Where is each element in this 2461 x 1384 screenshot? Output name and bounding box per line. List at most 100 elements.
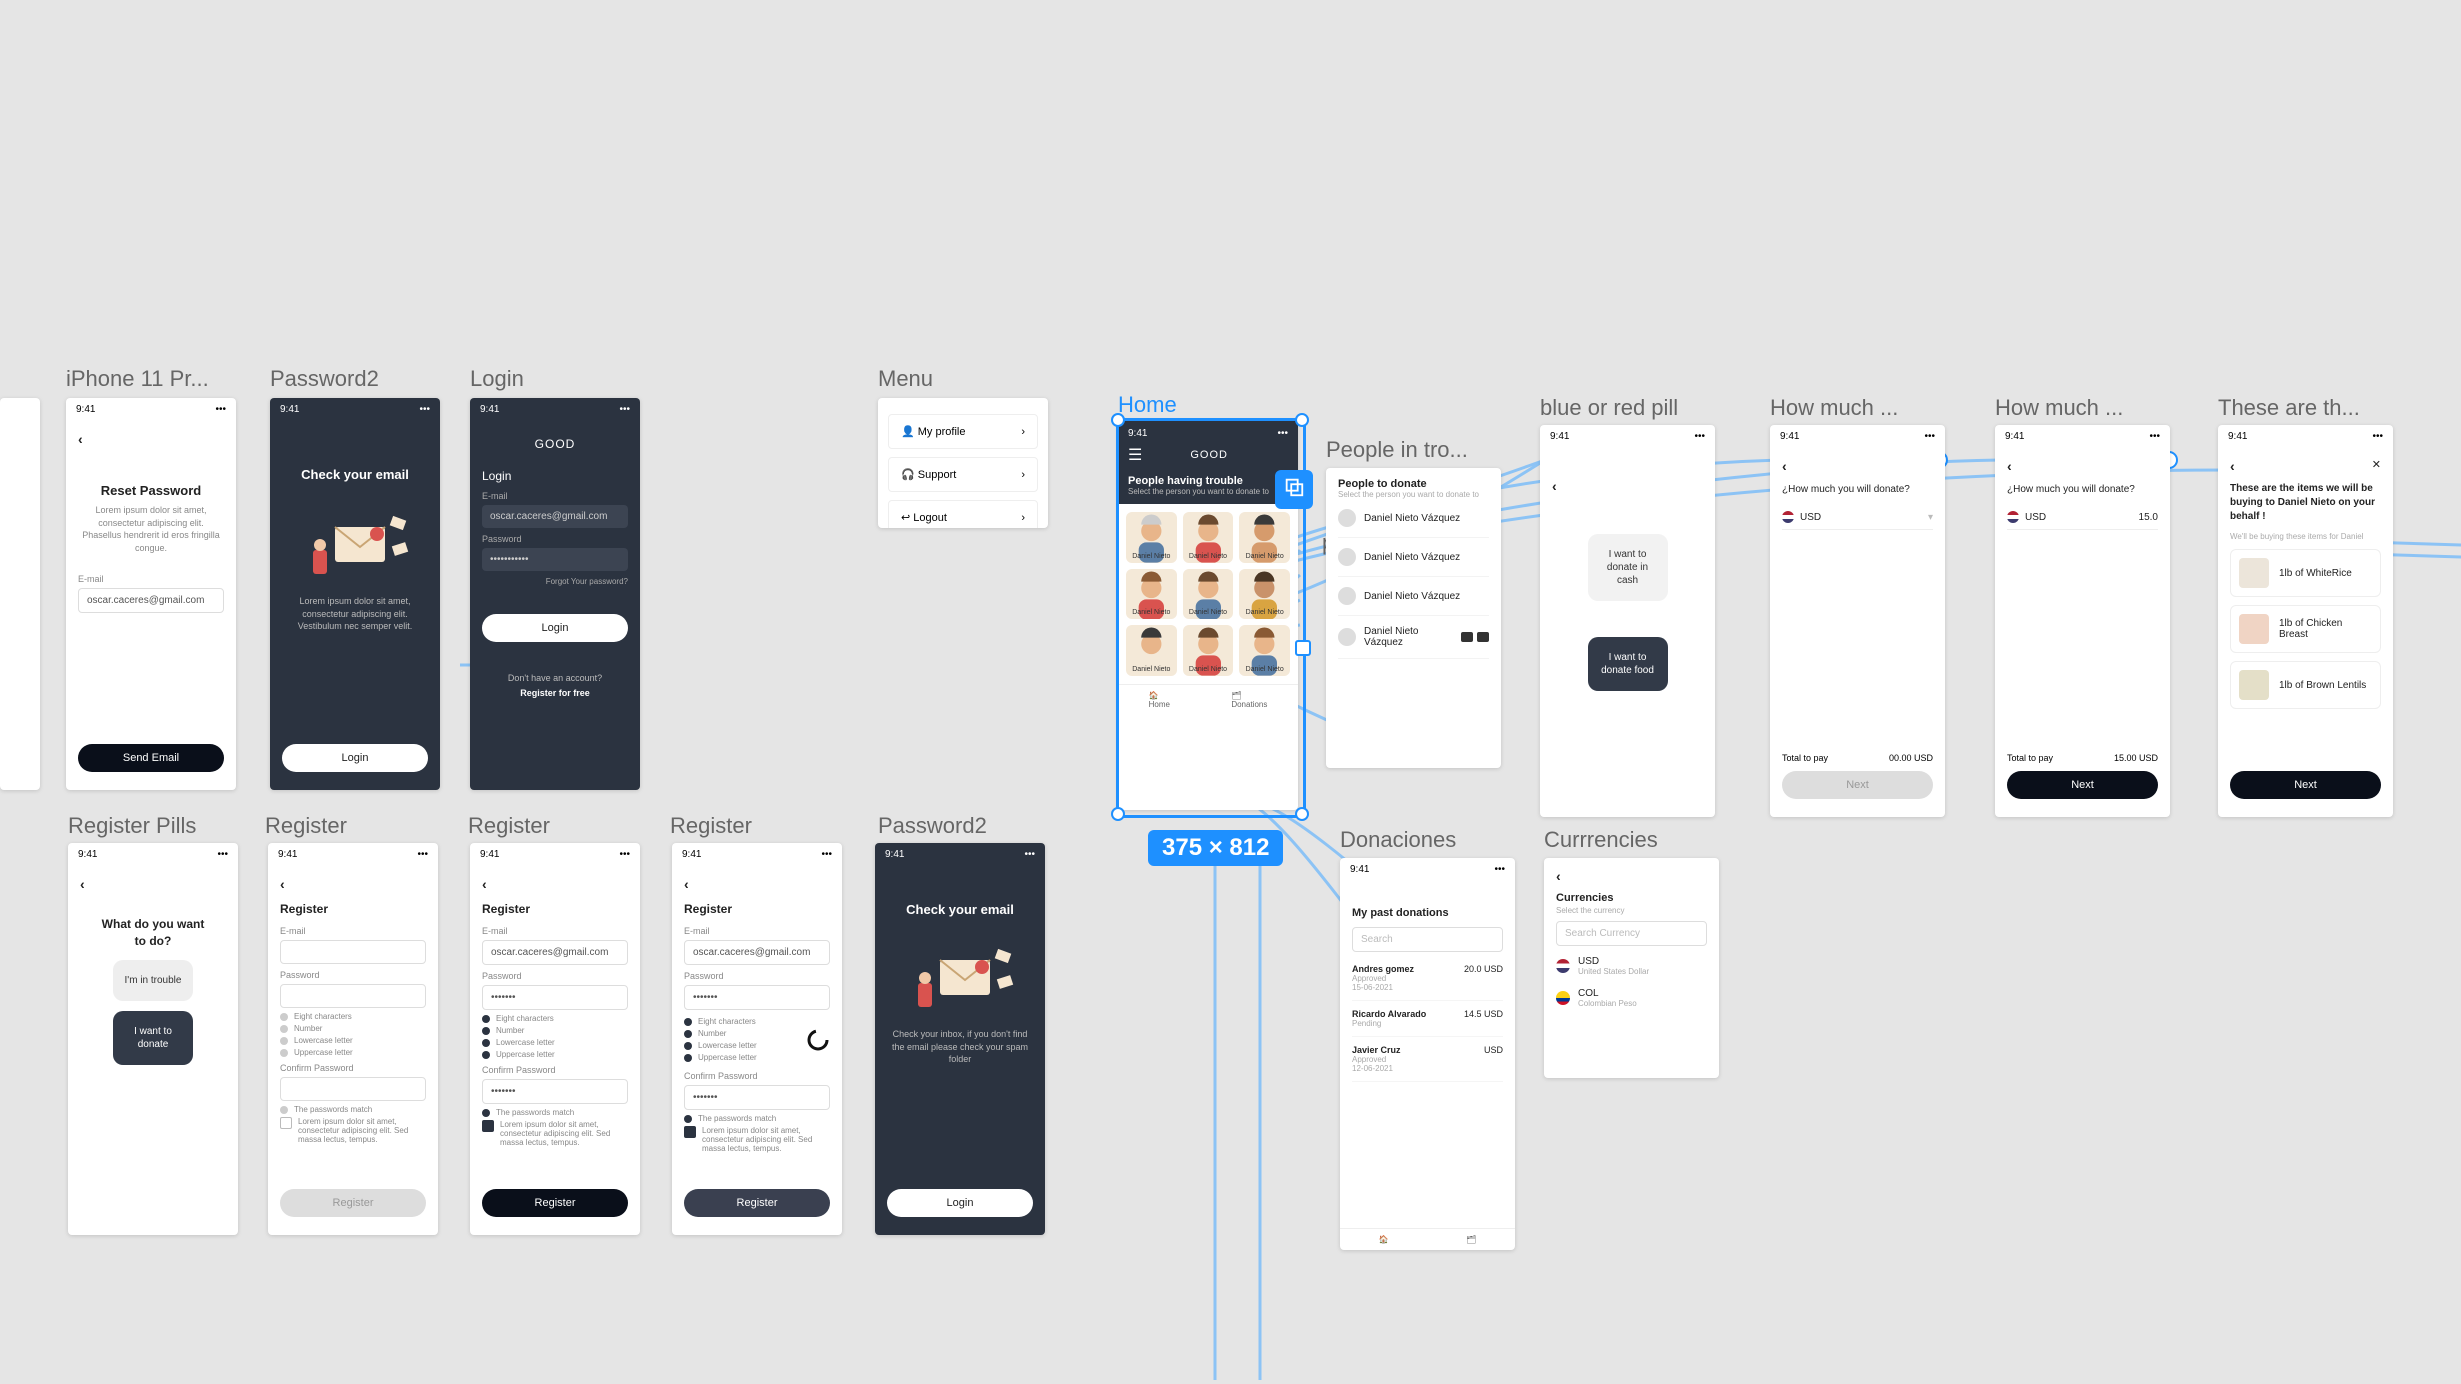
password-input[interactable]: •••••••: [684, 985, 830, 1010]
frame-reset-password[interactable]: 9:41••• ‹ Reset Password Lorem ipsum dol…: [66, 398, 236, 790]
design-canvas[interactable]: iPhone 11 Pr... Password2 Login Menu Hom…: [0, 0, 2461, 1384]
frame-label-password2b[interactable]: Password2: [878, 813, 987, 839]
menu-item-logout[interactable]: ↩ Logout›: [888, 500, 1038, 528]
person-card[interactable]: Daniel Nieto: [1239, 625, 1290, 676]
person-card[interactable]: Daniel Nieto: [1183, 569, 1234, 620]
frame-label-login[interactable]: Login: [470, 366, 524, 392]
back-button[interactable]: ‹: [80, 876, 226, 892]
frame-label-register2[interactable]: Register: [468, 813, 550, 839]
donate-food-button[interactable]: I want to donate food: [1588, 637, 1668, 691]
send-email-button[interactable]: Send Email: [78, 744, 224, 772]
frame-blue-red-pill[interactable]: 9:41••• ‹ I want to donate in cash I wan…: [1540, 425, 1715, 817]
back-button[interactable]: ‹: [1556, 868, 1707, 884]
currency-row-col[interactable]: COLColombian Peso: [1556, 982, 1707, 1014]
menu-icon[interactable]: ☰: [1128, 445, 1142, 465]
frame-register-empty[interactable]: 9:41••• ‹ Register E-mail Password Eight…: [268, 843, 438, 1235]
frame-currencies[interactable]: ‹ Currencies Select the currency Search …: [1544, 858, 1719, 1078]
frame-register-pills[interactable]: 9:41••• ‹ What do you want to do? I'm in…: [68, 843, 238, 1235]
person-card[interactable]: Daniel Nieto: [1126, 625, 1177, 676]
search-input[interactable]: Search: [1352, 927, 1503, 952]
menu-item-support[interactable]: 🎧 Support›: [888, 457, 1038, 492]
frame-label-howmuch1[interactable]: How much ...: [1770, 395, 1898, 421]
frame-register-loading[interactable]: 9:41••• ‹ Register E-mail oscar.caceres@…: [672, 843, 842, 1235]
frame-how-much-1[interactable]: 9:41••• ‹ ¿How much you will donate? USD…: [1770, 425, 1945, 817]
trouble-button[interactable]: I'm in trouble: [113, 960, 193, 1001]
back-button[interactable]: ‹: [684, 876, 830, 892]
close-icon[interactable]: ✕: [2372, 458, 2381, 474]
back-button[interactable]: ‹: [1552, 478, 1703, 494]
frame-register-filled[interactable]: 9:41••• ‹ Register E-mail oscar.caceres@…: [470, 843, 640, 1235]
person-card[interactable]: Daniel Nieto: [1183, 625, 1234, 676]
person-card[interactable]: Daniel Nieto: [1183, 512, 1234, 563]
frame-label-home[interactable]: Home: [1118, 392, 1177, 418]
confirm-password-input[interactable]: •••••••: [684, 1085, 830, 1110]
back-button[interactable]: ‹: [482, 876, 628, 892]
frame-label-register3[interactable]: Register: [670, 813, 752, 839]
frame-label-menu[interactable]: Menu: [878, 366, 933, 392]
forgot-password-link[interactable]: Forgot Your password?: [482, 577, 628, 586]
login-button[interactable]: Login: [482, 614, 628, 642]
frame-label-password2[interactable]: Password2: [270, 366, 379, 392]
register-link[interactable]: Register for free: [482, 688, 628, 698]
item-row[interactable]: 1lb of Chicken Breast: [2230, 605, 2381, 653]
person-row[interactable]: Daniel Nieto Vázquez: [1338, 616, 1489, 659]
donate-button[interactable]: I want to donate: [113, 1011, 193, 1065]
back-button[interactable]: ‹: [1782, 458, 1933, 474]
currency-select[interactable]: USD▾: [1782, 505, 1933, 530]
nav-home[interactable]: 🏠Home: [1149, 691, 1170, 709]
currency-amount-row[interactable]: USD15.0: [2007, 505, 2158, 530]
donation-row[interactable]: Andres gomez20.0 USD Approved15-06-2021: [1352, 956, 1503, 1001]
confirm-password-input[interactable]: [280, 1077, 426, 1101]
email-input[interactable]: oscar.caceres@gmail.com: [78, 588, 224, 613]
next-button[interactable]: Next: [2230, 771, 2381, 799]
password-input[interactable]: •••••••••••: [482, 548, 628, 571]
selection-handle-br[interactable]: [1295, 807, 1309, 821]
frame-label-blue-red[interactable]: blue or red pill: [1540, 395, 1678, 421]
donation-row[interactable]: Ricardo Alvarado14.5 USD Pending: [1352, 1001, 1503, 1037]
person-row[interactable]: Daniel Nieto Vázquez: [1338, 499, 1489, 538]
person-card[interactable]: Daniel Nieto: [1126, 569, 1177, 620]
menu-item-profile[interactable]: 👤 My profile›: [888, 414, 1038, 449]
donate-cash-button[interactable]: I want to donate in cash: [1588, 534, 1668, 601]
person-row[interactable]: Daniel Nieto Vázquez: [1338, 577, 1489, 616]
frame-label-register1[interactable]: Register: [265, 813, 347, 839]
frame-menu[interactable]: 👤 My profile› 🎧 Support› ↩ Logout›: [878, 398, 1048, 528]
back-button[interactable]: ‹: [78, 431, 224, 447]
frame-check-email-1[interactable]: 9:41••• Check your email Lorem ipsum dol…: [270, 398, 440, 790]
login-button[interactable]: Login: [282, 744, 428, 772]
frame-label-people[interactable]: People in tro...: [1326, 437, 1468, 463]
next-button[interactable]: Next: [2007, 771, 2158, 799]
frame-people-list[interactable]: People to donate Select the person you w…: [1326, 468, 1501, 768]
person-row[interactable]: Daniel Nieto Vázquez: [1338, 538, 1489, 577]
person-card[interactable]: Daniel Nieto: [1239, 569, 1290, 620]
email-input[interactable]: oscar.caceres@gmail.com: [482, 940, 628, 965]
frame-items[interactable]: 9:41••• ‹ ✕ These are the items we will …: [2218, 425, 2393, 817]
email-input[interactable]: [280, 940, 426, 964]
person-card[interactable]: Daniel Nieto: [1126, 512, 1177, 563]
person-card[interactable]: Daniel Nieto: [1239, 512, 1290, 563]
frame-check-email-2[interactable]: 9:41••• Check your email Check your inbo…: [875, 843, 1045, 1235]
back-button[interactable]: ‹: [280, 876, 426, 892]
confirm-password-input[interactable]: •••••••: [482, 1079, 628, 1104]
back-button[interactable]: ‹: [2230, 458, 2235, 474]
view-toggle-icon[interactable]: [1461, 632, 1489, 642]
email-input[interactable]: oscar.caceres@gmail.com: [684, 940, 830, 965]
frame-login[interactable]: 9:41••• GOOD Login E-mail oscar.caceres@…: [470, 398, 640, 790]
search-currency-input[interactable]: Search Currency: [1556, 921, 1707, 946]
frame-label-iphone[interactable]: iPhone 11 Pr...: [66, 366, 209, 392]
donation-row[interactable]: Javier CruzUSD Approved12-06-2021: [1352, 1037, 1503, 1082]
currency-row-usd[interactable]: USDUnited States Dollar: [1556, 950, 1707, 982]
item-row[interactable]: 1lb of WhiteRice: [2230, 549, 2381, 597]
nav-donations[interactable]: 🗂: [1466, 1235, 1476, 1244]
nav-donations[interactable]: 🗂Donations: [1231, 691, 1267, 709]
clip-content-icon[interactable]: [1275, 470, 1313, 509]
password-input[interactable]: [280, 984, 426, 1008]
frame-how-much-2[interactable]: 9:41••• ‹ ¿How much you will donate? USD…: [1995, 425, 2170, 817]
login-button[interactable]: Login: [887, 1189, 1033, 1217]
frame-label-register-pills[interactable]: Register Pills: [68, 813, 196, 839]
frame-label-howmuch2[interactable]: How much ...: [1995, 395, 2123, 421]
email-input[interactable]: oscar.caceres@gmail.com: [482, 505, 628, 528]
frame-label-these[interactable]: These are th...: [2218, 395, 2360, 421]
frame-label-currencies[interactable]: Currrencies: [1544, 827, 1658, 853]
register-button[interactable]: Register: [482, 1189, 628, 1217]
